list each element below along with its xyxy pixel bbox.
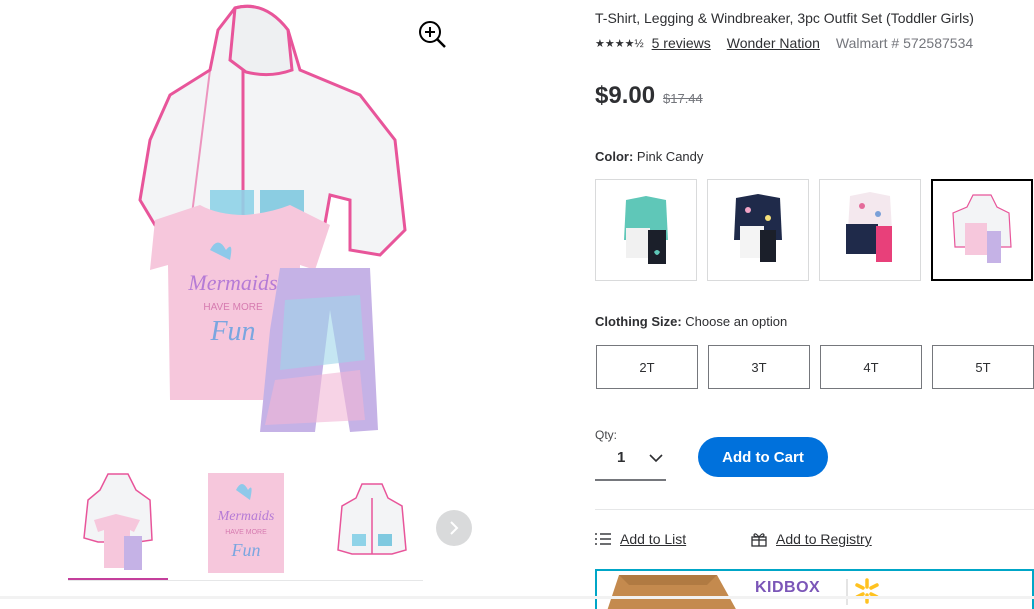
zoom-icon[interactable] [416, 18, 448, 50]
size-option-4t[interactable]: 4T [820, 345, 922, 389]
color-label: Color: [595, 149, 634, 164]
sku-number: Walmart # 572587534 [835, 35, 974, 51]
thumbnail-2[interactable]: Mermaids HAVE MORE Fun [196, 470, 296, 576]
rating-stars-icon: ★★★★½ [595, 37, 644, 50]
section-divider [595, 509, 1034, 510]
size-value: Choose an option [685, 314, 788, 329]
thumbnail-divider [68, 580, 423, 581]
size-option-2t[interactable]: 2T [596, 345, 698, 389]
size-option-3t[interactable]: 3T [708, 345, 810, 389]
color-label-row: Color: Pink Candy [595, 149, 703, 164]
was-price: $17.44 [663, 91, 703, 106]
qty-label: Qty: [595, 428, 618, 442]
svg-text:Mermaids: Mermaids [217, 509, 275, 524]
add-to-registry-button[interactable]: Add to Registry [751, 531, 872, 547]
svg-text:HAVE MORE: HAVE MORE [225, 529, 267, 536]
product-title: T-Shirt, Legging & Windbreaker, 3pc Outf… [595, 10, 974, 26]
color-swatch-3[interactable] [819, 179, 921, 281]
list-icon [595, 533, 611, 545]
color-swatch-2[interactable] [707, 179, 809, 281]
svg-text:Fun: Fun [231, 540, 261, 560]
product-meta: ★★★★½ 5 reviews Wonder Nation Walmart # … [595, 35, 973, 51]
add-to-registry-label: Add to Registry [776, 531, 872, 547]
main-product-image[interactable]: Mermaids HAVE MORE Fun [60, 0, 440, 440]
promo-banner[interactable]: KIDBOX [595, 569, 1034, 609]
chevron-right-icon [450, 521, 459, 535]
thumbnail-3[interactable] [322, 470, 422, 576]
color-value: Pink Candy [636, 149, 704, 164]
size-label-row: Clothing Size: Choose an option [595, 314, 787, 329]
shirt-text-line2: HAVE MORE [203, 302, 263, 313]
shirt-text-line3: Fun [209, 316, 255, 347]
walmart-spark-icon [855, 578, 879, 604]
brand-link[interactable]: Wonder Nation [727, 35, 820, 51]
add-to-list-button[interactable]: Add to List [595, 531, 686, 547]
add-to-list-label: Add to List [620, 531, 687, 547]
gift-icon [751, 532, 767, 547]
current-price: $9.00 [595, 82, 656, 109]
banner-brand-logo: KIDBOX [755, 579, 821, 596]
shirt-text-line1: Mermaids [187, 270, 277, 295]
next-thumbnail-button[interactable] [436, 510, 472, 546]
add-to-cart-button[interactable]: Add to Cart [698, 437, 828, 477]
qty-select[interactable]: 1 [595, 441, 666, 481]
qty-value: 1 [617, 449, 626, 466]
color-swatch-1[interactable] [595, 179, 697, 281]
size-label: Clothing Size: [595, 314, 682, 329]
chevron-down-icon [649, 454, 663, 463]
size-option-5t[interactable]: 5T [932, 345, 1034, 389]
thumbnail-1[interactable] [68, 470, 168, 576]
reviews-link[interactable]: 5 reviews [652, 35, 711, 51]
color-swatch-4[interactable] [931, 179, 1033, 281]
